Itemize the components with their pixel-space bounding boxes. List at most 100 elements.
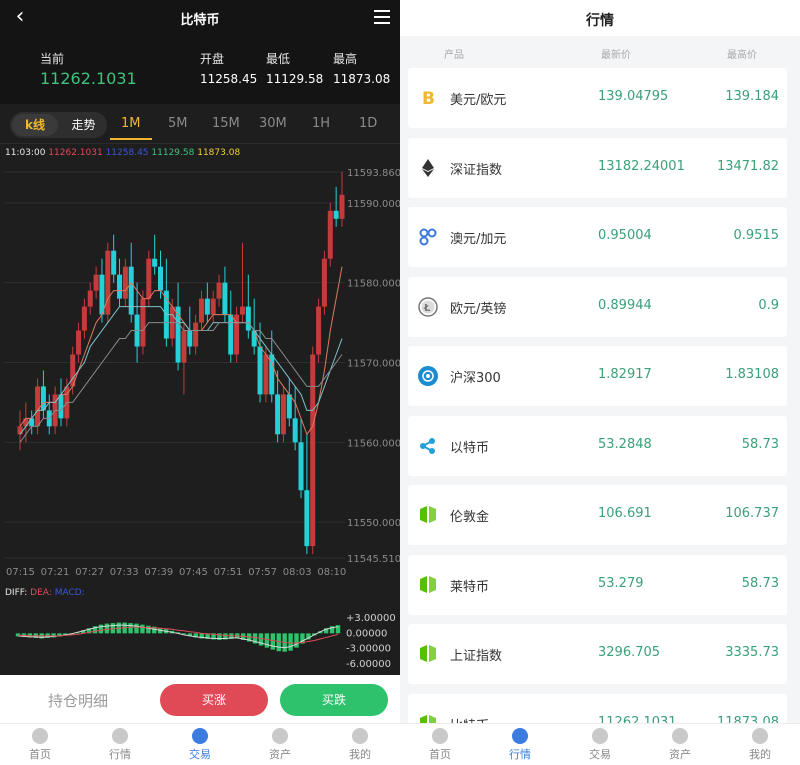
low-price: 11129.58 xyxy=(266,72,324,86)
high-price: 58.73 xyxy=(741,436,779,452)
candle-body xyxy=(193,322,199,347)
timeframe-1d[interactable]: 1D xyxy=(359,116,377,131)
latest-price: 0.95004 xyxy=(598,228,652,243)
current-price: 11262.1031 xyxy=(40,69,137,88)
nav-label: 资产 xyxy=(669,748,691,761)
bottom-nav-left: 首页 行情 交易 资产 我的 xyxy=(0,723,400,765)
buy-up-button[interactable]: 买涨 xyxy=(160,684,268,716)
nav-market[interactable]: 行情 xyxy=(480,724,560,765)
timeframe-1m[interactable]: 1M xyxy=(121,116,141,131)
product-name: 以特币 xyxy=(450,440,490,456)
col-latest: 最新价 xyxy=(601,50,631,61)
ma-legend: 11:03:00 11262.1031 11258.45 11129.58 11… xyxy=(5,148,240,158)
latest-price: 13182.24001 xyxy=(598,158,685,174)
candle-body xyxy=(298,442,304,491)
candle-body xyxy=(339,194,345,219)
market-row[interactable]: 沪深300 1.82917 1.83108 xyxy=(408,346,787,406)
ma-value-4: 11873.08 xyxy=(197,148,241,158)
market-row[interactable]: B 美元/欧元 139.04795 139.184 xyxy=(408,68,787,128)
chart-mode-toggle: k线 走势 xyxy=(10,112,107,138)
high-price: 106.737 xyxy=(725,506,779,521)
x-tick-label: 07:15 xyxy=(6,567,35,578)
nav-assets[interactable]: 资产 xyxy=(240,724,320,765)
macd-y-tick-label: -6.00000 xyxy=(346,659,391,670)
market-row[interactable]: 以特币 53.2848 58.73 xyxy=(408,415,787,476)
macd-bar xyxy=(140,624,145,634)
timeframe-5m[interactable]: 5M xyxy=(168,116,188,131)
neo-icon xyxy=(418,575,438,595)
high-price: 13471.82 xyxy=(716,158,779,174)
home-icon xyxy=(32,728,48,744)
high-price: 3335.73 xyxy=(725,645,779,660)
nav-home[interactable]: 首页 xyxy=(400,724,480,765)
dea-label: DEA: xyxy=(30,588,52,598)
nav-profile[interactable]: 我的 xyxy=(720,724,800,765)
candle-body xyxy=(310,354,316,547)
buy-down-button[interactable]: 买跌 xyxy=(280,684,388,716)
candlestick-chart[interactable]: 11593.8600 11590.0000 11580.0000 11570.0000… xyxy=(0,160,400,585)
candle-body xyxy=(93,274,99,291)
macd-y-tick-label: -3.00000 xyxy=(346,644,391,655)
candle-body xyxy=(35,386,41,427)
position-details-link[interactable]: 持仓明细 xyxy=(48,690,108,711)
nav-trade[interactable]: 交易 xyxy=(560,724,640,765)
current-label: 当前 xyxy=(40,52,65,66)
wallet-icon xyxy=(272,728,288,744)
macd-bar xyxy=(98,624,104,634)
y-tick-label: 11593.8600 xyxy=(347,168,400,179)
y-tick-label: 11545.5100 xyxy=(347,554,400,565)
y-tick-label: 11550.0000 xyxy=(347,518,400,529)
svg-text:Ł: Ł xyxy=(423,303,431,314)
svg-text:B: B xyxy=(422,89,435,108)
candle-body xyxy=(122,266,128,299)
col-product: 产品 xyxy=(444,50,464,61)
nav-profile[interactable]: 我的 xyxy=(320,724,400,765)
market-panel: 行情 产品 最新价 最高价 B 美元/欧元 139.04795 139.184 深证指数… xyxy=(400,0,800,765)
y-tick-label: 11590.0000 xyxy=(347,199,400,210)
bitcoin-icon: B xyxy=(418,88,438,109)
candle-body xyxy=(239,306,245,315)
diff-label: DIFF: xyxy=(5,588,28,598)
nav-trade[interactable]: 交易 xyxy=(160,724,240,765)
nav-label: 首页 xyxy=(429,748,451,761)
high-price: 58.73 xyxy=(741,575,779,591)
open-label: 开盘 xyxy=(200,52,225,66)
nav-label: 首页 xyxy=(29,748,51,761)
list-menu-icon[interactable] xyxy=(374,10,390,24)
tab-trend[interactable]: 走势 xyxy=(62,114,105,136)
macd-bar xyxy=(134,623,139,634)
candle-body xyxy=(228,314,234,355)
y-tick-label: 11560.0000 xyxy=(347,438,400,449)
market-row[interactable]: 伦敦金 106.691 106.737 xyxy=(408,485,787,545)
quote-summary: 当前 11262.1031 开盘 11258.45 最低 11129.58 最高… xyxy=(0,36,400,104)
timeframe-30m[interactable]: 30M xyxy=(259,116,287,131)
product-name: 深证指数 xyxy=(450,162,503,178)
market-row[interactable]: 深证指数 13182.24001 13471.82 xyxy=(408,137,787,198)
neo-icon xyxy=(418,505,438,525)
nav-market[interactable]: 行情 xyxy=(80,724,160,765)
nav-assets[interactable]: 资产 xyxy=(640,724,720,765)
candle-body xyxy=(333,210,339,219)
product-name: 沪深300 xyxy=(450,371,501,386)
nav-home[interactable]: 首页 xyxy=(0,724,80,765)
latest-price: 139.04795 xyxy=(598,89,669,104)
x-tick-label: 07:27 xyxy=(75,567,104,578)
market-row[interactable]: 莱特币 53.279 58.73 xyxy=(408,554,787,615)
market-row[interactable]: 上证指数 3296.705 3335.73 xyxy=(408,624,787,684)
market-row[interactable]: 澳元/加元 0.95004 0.9515 xyxy=(408,207,787,267)
candle-body xyxy=(198,298,204,323)
high-price: 11873.08 xyxy=(333,72,391,86)
page-title: 比特币 xyxy=(180,13,220,28)
candle-body xyxy=(158,266,164,291)
timeframe-15m[interactable]: 15M xyxy=(212,116,240,131)
product-name: 欧元/英镑 xyxy=(450,301,507,317)
timeframe-1h[interactable]: 1H xyxy=(312,116,330,131)
tab-kline[interactable]: k线 xyxy=(12,114,58,136)
active-timeframe-underline xyxy=(110,138,152,140)
macd-label: MACD: xyxy=(54,588,85,598)
ethereum-icon xyxy=(418,158,438,178)
candle-body xyxy=(58,394,64,419)
macd-bar xyxy=(146,625,151,634)
market-row[interactable]: Ł 欧元/英镑 0.89944 0.9 xyxy=(408,276,787,337)
candle-body xyxy=(316,306,322,355)
